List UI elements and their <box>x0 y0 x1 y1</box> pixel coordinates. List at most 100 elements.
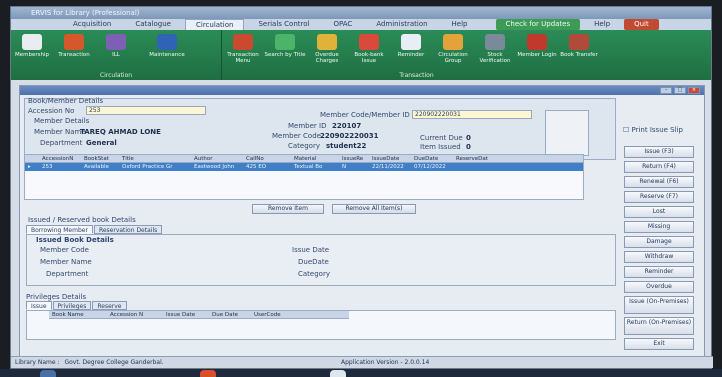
tab-serials-control[interactable]: Serials Control <box>248 19 319 30</box>
col-accession[interactable]: AccessionN <box>39 155 81 162</box>
issued-category-label: Category <box>298 270 330 278</box>
remove-all-button[interactable]: Remove All Item(s) <box>332 204 416 214</box>
overdue-charges-button[interactable]: Overdue Charges <box>306 34 348 64</box>
member-details-title: Member Details <box>34 117 90 125</box>
maximize-icon[interactable]: □ <box>674 87 686 94</box>
app-icon[interactable] <box>330 370 346 377</box>
close-icon[interactable]: × <box>688 87 700 94</box>
issue-on-premises-button[interactable]: Issue (On-Premises) <box>624 296 694 314</box>
current-due-label: Current Due <box>420 134 463 142</box>
col-book-name[interactable]: Book Name <box>49 311 107 318</box>
items-issued-value: 0 <box>466 143 471 151</box>
window-controls: – □ × <box>660 87 700 94</box>
quit-button[interactable]: Quit <box>624 19 659 30</box>
tab-privileges[interactable]: Privileges <box>52 301 92 310</box>
tab-administration[interactable]: Administration <box>366 19 437 30</box>
library-label: Library Name : <box>15 359 60 366</box>
col-issue-date[interactable]: Issue Date <box>163 311 209 318</box>
col-callno[interactable]: CallNo <box>243 155 291 162</box>
renewal-button[interactable]: Renewal (F6) <box>624 176 694 188</box>
browser-icon[interactable] <box>200 370 216 377</box>
reminder-sidebar-button[interactable]: Reminder <box>624 266 694 278</box>
membership-button[interactable]: Membership <box>11 34 53 58</box>
tab-circulation[interactable]: Circulation <box>184 19 245 30</box>
issued-member-code-label: Member Code <box>40 246 89 254</box>
member-code-input[interactable]: 220902220031 <box>412 110 532 119</box>
member-login-icon <box>527 34 547 50</box>
member-login-button[interactable]: Member Login <box>516 34 558 58</box>
accession-label: Accession No <box>28 107 75 115</box>
member-code-label: Member Code/Member ID <box>320 111 410 119</box>
withdraw-button[interactable]: Withdraw <box>624 251 694 263</box>
remove-item-button[interactable]: Remove Item <box>252 204 324 214</box>
stock-verification-icon <box>485 34 505 50</box>
ill-icon <box>106 34 126 50</box>
circulation-group-label: Circulation Group <box>438 52 468 64</box>
col-duedate[interactable]: DueDate <box>411 155 453 162</box>
table-row[interactable]: ▸ 253 Available Oxford Practice Gr Eastw… <box>25 163 583 171</box>
ill-button[interactable]: ILL <box>95 34 137 58</box>
accession-input[interactable]: 253 <box>86 106 206 115</box>
transaction-grid[interactable]: AccessionN BookStat Title Author CallNo … <box>24 154 584 200</box>
col-due-date[interactable]: Due Date <box>209 311 251 318</box>
col-material[interactable]: Material <box>291 155 339 162</box>
exit-button[interactable]: Exit <box>624 338 694 350</box>
member-name-label: Member Name <box>34 128 86 136</box>
tab-reservation-details[interactable]: Reservation Details <box>93 225 163 234</box>
reminder-button[interactable]: Reminder <box>390 34 432 58</box>
issue-button[interactable]: Issue (F3) <box>624 146 694 158</box>
reserve-button[interactable]: Reserve (F7) <box>624 191 694 203</box>
mcode-value: 220902220031 <box>320 132 379 140</box>
lost-button[interactable]: Lost <box>624 206 694 218</box>
damage-button[interactable]: Damage <box>624 236 694 248</box>
privileges-title: Privileges Details <box>26 293 87 301</box>
reminder-label: Reminder <box>397 52 425 58</box>
transaction-menu-button[interactable]: Transaction Menu <box>222 34 264 64</box>
search-by-title-button[interactable]: Search by Title <box>264 34 306 58</box>
missing-button[interactable]: Missing <box>624 221 694 233</box>
check-updates-button[interactable]: Check for Updates <box>495 19 581 30</box>
help-button[interactable]: Help <box>584 19 620 30</box>
membership-icon <box>22 34 42 50</box>
return-button[interactable]: Return (F4) <box>624 161 694 173</box>
cell-duedate: 07/12/2022 <box>414 164 446 170</box>
cell-callno: 425 EO <box>246 164 267 170</box>
col-accession-n[interactable]: Accession N <box>107 311 163 318</box>
member-id-value: 220107 <box>332 122 362 130</box>
tab-issue[interactable]: Issue <box>26 301 52 310</box>
member-name-value: TAREQ AHMAD LONE <box>80 128 161 136</box>
tab-opac[interactable]: OPAC <box>323 19 362 30</box>
status-bar: Library Name : Govt. Degree College Gand… <box>11 356 713 368</box>
col-author[interactable]: Author <box>191 155 243 162</box>
tab-catalogue[interactable]: Catalogue <box>125 19 181 30</box>
return-on-premises-button[interactable]: Return (On-Premises) <box>624 317 694 335</box>
maintenance-button[interactable]: Maintenance <box>137 34 197 58</box>
col-issuedate[interactable]: IssueDate <box>369 155 411 162</box>
category-value: student22 <box>326 142 367 150</box>
col-title[interactable]: Title <box>119 155 191 162</box>
cell-title: Oxford Practice Gr <box>122 164 173 170</box>
ribbon-group-circulation: Membership Transaction ILL Maintenance C… <box>11 30 221 80</box>
tab-acquisition[interactable]: Acquisition <box>63 19 121 30</box>
transaction-button[interactable]: Transaction <box>53 34 95 58</box>
col-bookstat[interactable]: BookStat <box>81 155 119 162</box>
maintenance-label: Maintenance <box>149 52 185 58</box>
print-slip-checkbox[interactable]: ☐ Print Issue Slip <box>623 126 683 134</box>
col-reservedate[interactable]: ReserveDat <box>453 155 501 162</box>
circulation-group-button[interactable]: Circulation Group <box>432 34 474 64</box>
book-bank-issue-button[interactable]: Book-bank Issue <box>348 34 390 64</box>
tab-help[interactable]: Help <box>442 19 478 30</box>
cell-reservedate <box>453 163 501 171</box>
tab-reserve[interactable]: Reserve <box>92 301 127 310</box>
minimize-icon[interactable]: – <box>660 87 672 94</box>
start-icon[interactable] <box>40 370 56 377</box>
tab-borrowing-member[interactable]: Borrowing Member <box>26 225 93 234</box>
book-transfer-button[interactable]: Book Transfer <box>558 34 600 58</box>
privileges-grid[interactable]: Book Name Accession N Issue Date Due Dat… <box>26 310 616 340</box>
overdue-button[interactable]: Overdue <box>624 281 694 293</box>
transaction-icon <box>64 34 84 50</box>
col-issuere[interactable]: IssueRe <box>339 155 369 162</box>
col-usercode[interactable]: UserCode <box>251 311 301 318</box>
cell-issuedate: 22/11/2022 <box>372 164 404 170</box>
stock-verification-button[interactable]: Stock Verification <box>474 34 516 64</box>
